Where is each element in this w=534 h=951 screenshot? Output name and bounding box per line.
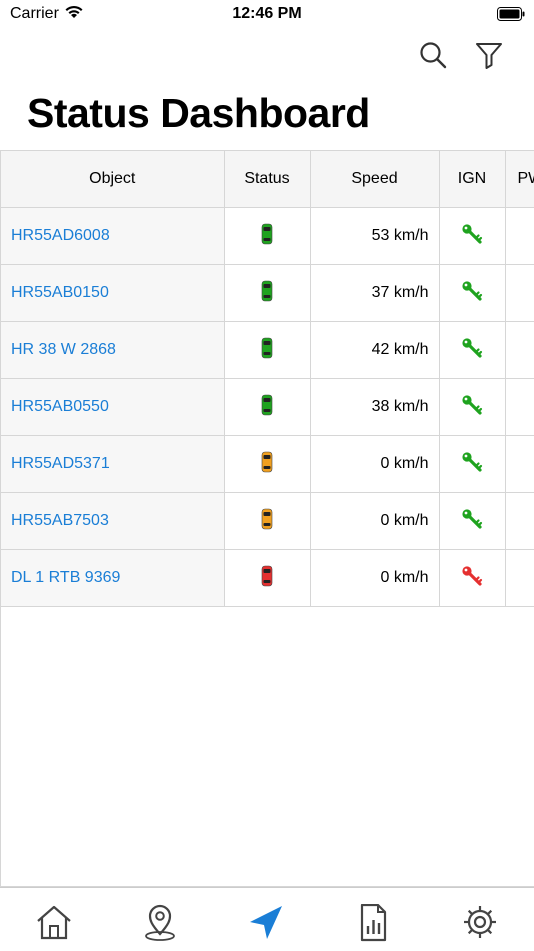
pw-cell xyxy=(505,378,534,436)
car-status-icon xyxy=(261,223,273,249)
speed-cell: 42 km/h xyxy=(310,321,440,379)
column-header-object[interactable]: Object xyxy=(1,151,225,208)
ignition-key-icon xyxy=(461,394,483,420)
pw-cell xyxy=(505,549,534,607)
speed-cell: 38 km/h xyxy=(310,378,440,436)
status-cell xyxy=(224,321,311,379)
ignition-key-icon xyxy=(461,337,483,363)
status-cell xyxy=(224,207,311,265)
car-status-icon xyxy=(261,508,273,534)
tab-reports[interactable] xyxy=(353,904,393,944)
pw-cell xyxy=(505,207,534,265)
battery-icon xyxy=(497,7,525,26)
navigation-arrow-icon xyxy=(250,906,282,939)
column-header-speed[interactable]: Speed xyxy=(310,151,440,208)
object-link[interactable]: HR55AB0150 xyxy=(1,264,225,322)
ignition-key-icon xyxy=(461,565,483,591)
ign-cell xyxy=(439,378,506,436)
status-cell xyxy=(224,435,311,493)
car-status-icon xyxy=(261,565,273,591)
ign-cell xyxy=(439,264,506,322)
object-link[interactable]: DL 1 RTB 9369 xyxy=(1,549,225,607)
tab-navigation[interactable] xyxy=(246,904,286,944)
speed-cell: 0 km/h xyxy=(310,435,440,493)
table-row[interactable]: HR55AB0550 38 km/h xyxy=(1,378,534,436)
column-header-pw[interactable]: PW xyxy=(505,151,534,208)
speed-cell: 0 km/h xyxy=(310,492,440,550)
nav-actions xyxy=(418,40,504,70)
table-row[interactable]: HR55AD6008 53 km/h xyxy=(1,207,534,265)
object-link[interactable]: HR 38 W 2868 xyxy=(1,321,225,379)
speed-cell: 0 km/h xyxy=(310,549,440,607)
object-link[interactable]: HR55AB0550 xyxy=(1,378,225,436)
speed-cell: 37 km/h xyxy=(310,264,440,322)
ignition-key-icon xyxy=(461,223,483,249)
settings-icon xyxy=(464,906,496,938)
car-status-icon xyxy=(261,451,273,477)
status-table-container[interactable]: Object Status Speed IGN PW HR55AD6008 53 … xyxy=(0,150,534,887)
ign-cell xyxy=(439,321,506,379)
report-icon xyxy=(360,904,387,942)
tab-bar xyxy=(0,887,534,951)
pw-cell xyxy=(505,321,534,379)
pw-cell xyxy=(505,435,534,493)
table-header-row: Object Status Speed IGN PW xyxy=(1,151,534,208)
column-header-status[interactable]: Status xyxy=(224,151,311,208)
map-pin-icon xyxy=(145,904,175,941)
page-title: Status Dashboard xyxy=(27,90,370,136)
search-icon xyxy=(420,42,447,69)
speed-cell: 53 km/h xyxy=(310,207,440,265)
ignition-key-icon xyxy=(461,280,483,306)
status-bar: Carrier 12:46 PM xyxy=(0,0,534,30)
car-status-icon xyxy=(261,394,273,420)
table-row[interactable]: HR55AD5371 0 km/h xyxy=(1,435,534,493)
ign-cell xyxy=(439,549,506,607)
car-status-icon xyxy=(261,337,273,363)
table-row[interactable]: HR55AB0150 37 km/h xyxy=(1,264,534,322)
pw-cell xyxy=(505,492,534,550)
tab-map[interactable] xyxy=(140,904,180,944)
status-cell xyxy=(224,264,311,322)
search-button[interactable] xyxy=(418,40,448,70)
filter-icon xyxy=(476,43,502,69)
table-row[interactable]: HR 38 W 2868 42 km/h xyxy=(1,321,534,379)
status-cell xyxy=(224,492,311,550)
object-link[interactable]: HR55AB7503 xyxy=(1,492,225,550)
ignition-key-icon xyxy=(461,508,483,534)
status-cell xyxy=(224,378,311,436)
filter-button[interactable] xyxy=(474,40,504,70)
clock-time: 12:46 PM xyxy=(232,5,302,22)
tab-settings[interactable] xyxy=(460,904,500,944)
ignition-key-icon xyxy=(461,451,483,477)
car-status-icon xyxy=(261,280,273,306)
tab-home[interactable] xyxy=(34,904,74,944)
ign-cell xyxy=(439,492,506,550)
ign-cell xyxy=(439,207,506,265)
status-cell xyxy=(224,549,311,607)
object-link[interactable]: HR55AD6008 xyxy=(1,207,225,265)
column-header-ign[interactable]: IGN xyxy=(439,151,506,208)
ign-cell xyxy=(439,435,506,493)
home-icon xyxy=(37,905,71,940)
table-row[interactable]: HR55AB7503 0 km/h xyxy=(1,492,534,550)
status-table: Object Status Speed IGN PW HR55AD6008 53 … xyxy=(1,151,534,607)
object-link[interactable]: HR55AD5371 xyxy=(1,435,225,493)
table-row[interactable]: DL 1 RTB 9369 0 km/h xyxy=(1,549,534,607)
pw-cell xyxy=(505,264,534,322)
